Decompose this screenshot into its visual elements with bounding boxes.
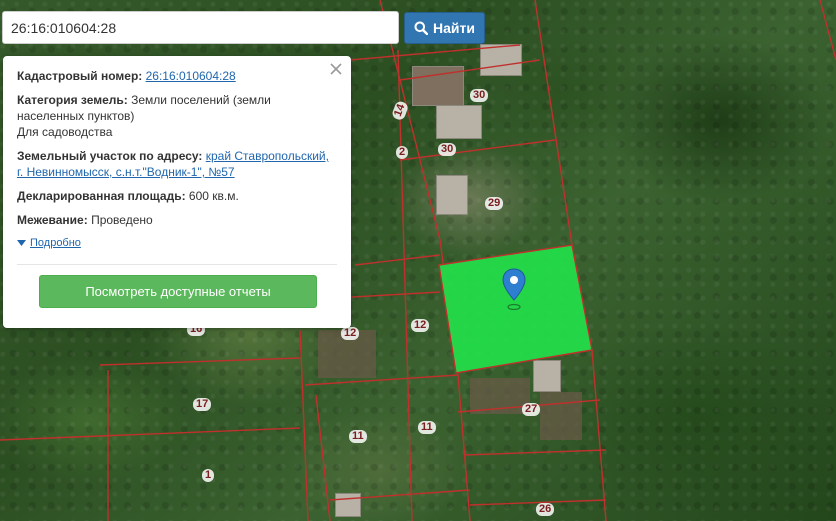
more-details-link[interactable]: Подробно — [30, 235, 81, 251]
search-input[interactable] — [3, 12, 398, 43]
area-value: 600 кв.м. — [188, 189, 239, 203]
more-details-toggle[interactable]: Подробно — [17, 235, 337, 251]
close-icon[interactable] — [329, 62, 343, 76]
parcel-label: 30 — [470, 89, 489, 102]
search-button[interactable]: Найти — [404, 12, 485, 44]
area-label: Декларированная площадь: — [17, 189, 186, 203]
parcel-label: 29 — [485, 197, 504, 210]
address-label: Земельный участок по адресу: — [17, 149, 203, 163]
address-row: Земельный участок по адресу: край Ставро… — [17, 148, 337, 180]
parcel-label: 11 — [349, 430, 367, 443]
view-reports-button[interactable]: Посмотреть доступные отчеты — [39, 275, 317, 308]
parcel-label: 1 — [202, 469, 215, 482]
parcel-label: 26 — [536, 503, 555, 516]
parcel-label: 12 — [341, 327, 360, 340]
map-pin-icon[interactable] — [502, 268, 526, 315]
parcel-label: 11 — [418, 421, 436, 434]
parcel-info-panel: Кадастровый номер: 26:16:010604:28 Катег… — [3, 56, 351, 328]
parcel-label: 17 — [193, 398, 212, 411]
parcel-label: 27 — [522, 403, 541, 416]
cadastral-link[interactable]: 26:16:010604:28 — [146, 69, 236, 83]
survey-label: Межевание: — [17, 213, 88, 227]
parcel-label: 12 — [411, 319, 430, 332]
triangle-down-icon — [17, 239, 26, 246]
divider — [17, 264, 337, 265]
survey-value: Проведено — [91, 213, 153, 227]
cadastral-label: Кадастровый номер: — [17, 69, 143, 83]
search-button-label: Найти — [433, 20, 475, 36]
area-row: Декларированная площадь: 600 кв.м. — [17, 188, 337, 204]
usage-value: Для садоводства — [17, 125, 113, 139]
survey-row: Межевание: Проведено — [17, 212, 337, 228]
parcel-label: 2 — [396, 146, 409, 159]
search-icon — [414, 21, 429, 35]
search-box[interactable] — [2, 11, 399, 44]
category-label: Категория земель: — [17, 93, 128, 107]
parcel-label: 30 — [438, 143, 457, 156]
cadastral-row: Кадастровый номер: 26:16:010604:28 — [17, 68, 337, 84]
category-row: Категория земель: Земли поселений (земли… — [17, 92, 337, 140]
